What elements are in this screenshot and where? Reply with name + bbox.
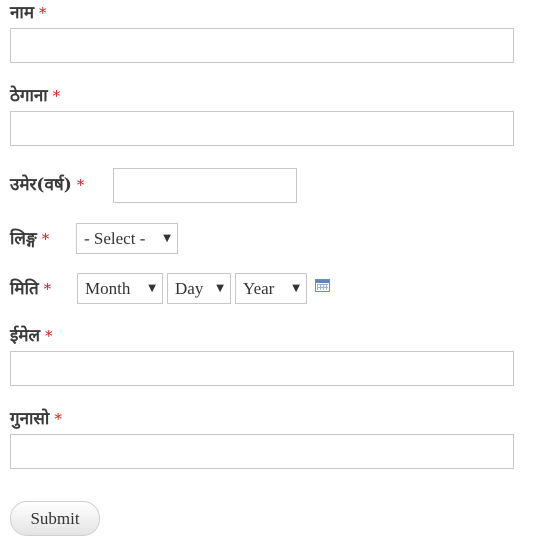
required-marker: *: [43, 280, 52, 298]
gender-select[interactable]: - Select - ▼: [76, 223, 178, 254]
age-input[interactable]: [113, 168, 297, 203]
month-select[interactable]: Month ▼: [77, 273, 163, 304]
date-label-text: मिति: [10, 279, 39, 299]
email-label-text: ईमेल: [10, 326, 41, 346]
name-input[interactable]: [10, 28, 514, 63]
gender-label: लिङ्ग *: [10, 229, 49, 249]
dropdown-arrow-icon: ▼: [216, 283, 224, 294]
complaint-label-text: गुनासो: [10, 409, 50, 429]
gender-select-value: - Select -: [84, 229, 146, 248]
address-label: ठेगाना *: [10, 86, 60, 106]
name-label-text: नाम: [10, 3, 35, 23]
calendar-icon-grid: [317, 284, 328, 290]
required-marker: *: [54, 410, 62, 428]
dropdown-arrow-icon: ▼: [163, 233, 171, 244]
gender-label-text: लिङ्ग: [10, 229, 37, 249]
required-marker: *: [52, 87, 61, 105]
calendar-icon[interactable]: [315, 279, 330, 292]
calendar-icon-header: [316, 280, 329, 283]
required-marker: *: [76, 176, 85, 194]
age-label-text: उमेर(वर्ष): [10, 175, 72, 195]
complaint-label: गुनासो *: [10, 409, 62, 429]
day-select-value: Day: [175, 279, 204, 298]
address-input[interactable]: [10, 111, 514, 146]
required-marker: *: [39, 4, 47, 22]
complaint-input[interactable]: [10, 434, 514, 469]
dropdown-arrow-icon: ▼: [292, 283, 300, 294]
required-marker: *: [45, 327, 53, 345]
required-marker: *: [41, 230, 50, 248]
age-label: उमेर(वर्ष) *: [10, 175, 84, 195]
name-label: नाम *: [10, 3, 47, 23]
address-label-text: ठेगाना: [10, 86, 48, 106]
month-select-value: Month: [85, 279, 131, 298]
dropdown-arrow-icon: ▼: [148, 283, 156, 294]
day-select[interactable]: Day ▼: [167, 273, 231, 304]
year-select-value: Year: [243, 279, 275, 298]
email-input[interactable]: [10, 351, 514, 386]
email-label: ईमेल *: [10, 326, 53, 346]
date-label: मिति *: [10, 279, 51, 299]
submit-button[interactable]: Submit: [10, 501, 100, 536]
year-select[interactable]: Year ▼: [235, 273, 307, 304]
